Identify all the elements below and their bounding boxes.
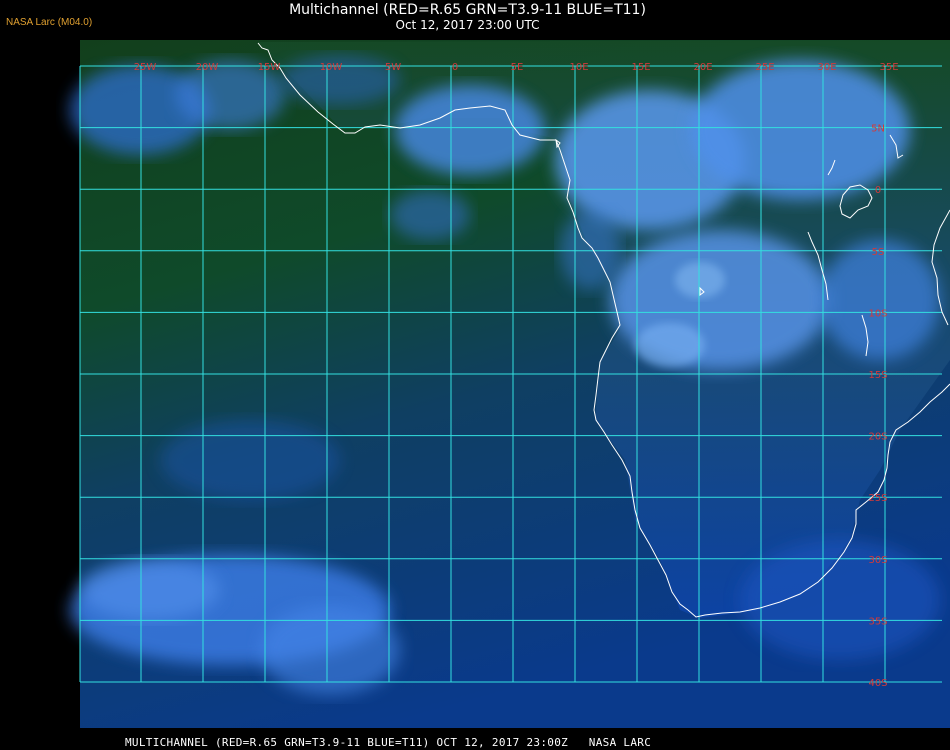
latitude-label: 15S: [868, 370, 887, 381]
longitude-label: 20E: [693, 62, 712, 73]
longitude-label: 25E: [755, 62, 774, 73]
latitude-label: 5N: [871, 124, 885, 135]
latitude-label: 0: [875, 185, 881, 196]
longitude-label: 30E: [817, 62, 836, 73]
longitude-label: 5E: [511, 62, 524, 73]
longitude-label: 15E: [631, 62, 650, 73]
latitude-label: 20S: [868, 432, 887, 443]
latitude-label: 35S: [868, 616, 887, 627]
longitude-label: 25W: [134, 62, 157, 73]
latitude-label: 10S: [868, 308, 887, 319]
longitude-label: 10E: [569, 62, 588, 73]
longitude-label: 10W: [320, 62, 343, 73]
latitude-label: 40S: [868, 678, 887, 689]
longitude-label: 15W: [258, 62, 281, 73]
longitude-label: 0: [452, 62, 458, 73]
satellite-map: 25W 20W 15W 10W 5W 0 5E 10E 15E 20E 25E 30E 35E 5N 0 5…: [70, 40, 950, 728]
latitude-label: 30S: [868, 555, 887, 566]
latitude-label: 25S: [868, 493, 887, 504]
longitude-label: 35E: [879, 62, 898, 73]
footer-caption: MULTICHANNEL (RED=R.65 GRN=T3.9-11 BLUE=…: [125, 736, 652, 749]
latitude-label: 5S: [872, 247, 885, 258]
longitude-label: 20W: [196, 62, 219, 73]
longitude-label: 5W: [385, 62, 401, 73]
